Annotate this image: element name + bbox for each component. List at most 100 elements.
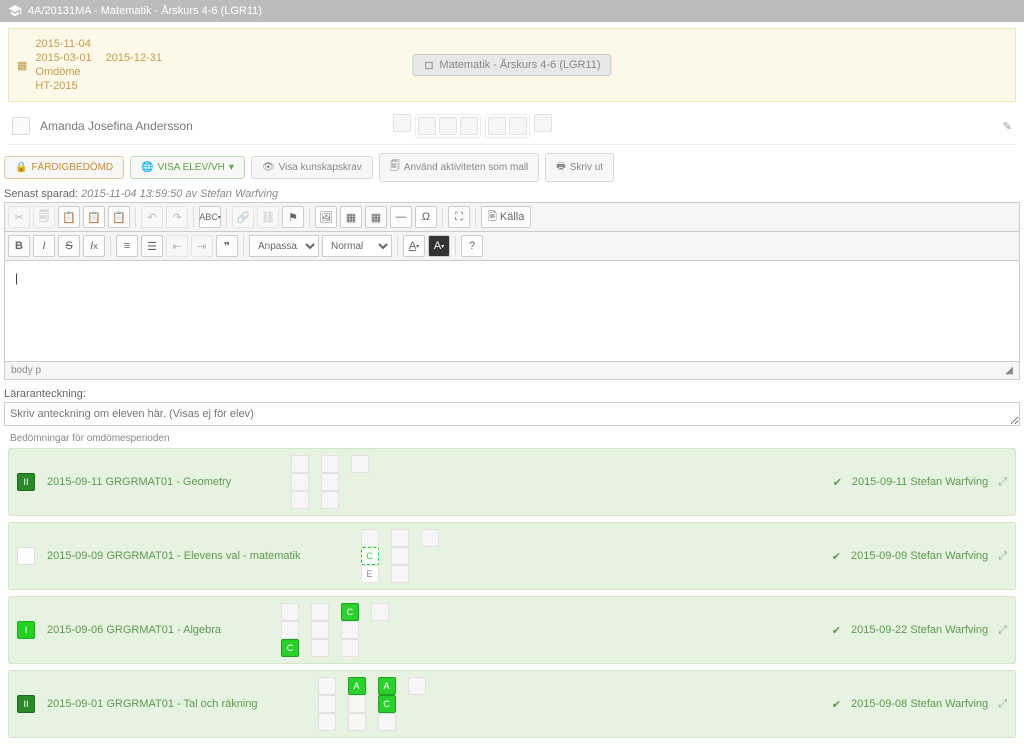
assessment-item[interactable]: I2015-09-06 GRGRMAT01 - AlgebraCC✔2015-0… — [8, 596, 1016, 664]
grade-box[interactable] — [348, 713, 366, 731]
grade-box[interactable] — [534, 114, 552, 132]
bold-icon[interactable]: B — [8, 235, 30, 257]
expand-icon[interactable]: ⤢ — [998, 624, 1007, 637]
anchor-icon[interactable]: ⚑ — [282, 206, 304, 228]
grade-box[interactable] — [291, 491, 309, 509]
grade-box[interactable] — [291, 455, 309, 473]
grade-box[interactable] — [318, 677, 336, 695]
grade-box[interactable]: A — [378, 677, 396, 695]
grade-box[interactable] — [509, 117, 527, 135]
help-icon[interactable]: ? — [461, 235, 483, 257]
unlink-icon[interactable]: ⛓ — [257, 206, 279, 228]
grade-box[interactable] — [361, 529, 379, 547]
grade-box[interactable] — [318, 713, 336, 731]
grade-box[interactable] — [439, 117, 457, 135]
done-button[interactable]: 🔒 FÄRDIGBEDÖMD — [4, 156, 124, 179]
grade-box[interactable] — [351, 455, 369, 473]
paste-text-icon[interactable]: 📋 — [83, 206, 105, 228]
grade-box[interactable] — [321, 455, 339, 473]
undo-icon[interactable]: ↶ — [141, 206, 163, 228]
blockquote-icon[interactable]: ❞ — [216, 235, 238, 257]
styles-select[interactable]: Anpassa... — [249, 235, 319, 257]
student-checkbox[interactable] — [12, 117, 30, 135]
ol-icon[interactable]: ≡ — [116, 235, 138, 257]
expand-icon[interactable]: ⤢ — [998, 476, 1007, 489]
grade-box[interactable] — [391, 547, 409, 565]
grade-box[interactable] — [408, 677, 426, 695]
text-color-icon[interactable]: A▾ — [403, 235, 425, 257]
special-char-icon[interactable]: Ω — [415, 206, 437, 228]
cut-icon[interactable]: ✂ — [8, 206, 30, 228]
assessment-grades — [291, 455, 369, 509]
use-as-template-button[interactable]: 🗐 Använd aktiviteten som mall — [379, 153, 540, 182]
strike-icon[interactable]: S — [58, 235, 80, 257]
grade-box[interactable] — [488, 117, 506, 135]
check-icon: ✔ — [833, 476, 842, 489]
grade-box[interactable] — [341, 639, 359, 657]
italic-icon[interactable]: I — [33, 235, 55, 257]
grade-box[interactable] — [348, 695, 366, 713]
ul-icon[interactable]: ☰ — [141, 235, 163, 257]
copy-icon[interactable]: 🗐 — [33, 206, 55, 228]
expand-icon[interactable]: ⤢ — [998, 698, 1007, 711]
grade-box[interactable]: A — [348, 677, 366, 695]
book-icon — [423, 60, 434, 71]
grade-box[interactable]: C — [378, 695, 396, 713]
grade-box[interactable]: C — [341, 603, 359, 621]
paste-word-icon[interactable]: 📋 — [108, 206, 130, 228]
assessments-title: Bedömningar för omdömesperioden — [10, 433, 1016, 444]
maximize-icon[interactable]: ⛶ — [448, 206, 470, 228]
grade-box[interactable]: C — [281, 639, 299, 657]
source-button[interactable]: 🖹Källa — [481, 206, 531, 228]
grade-box[interactable] — [311, 639, 329, 657]
assessment-title: 2015-09-01 GRGRMAT01 - Tal och räkning — [47, 698, 258, 710]
grade-box[interactable] — [281, 603, 299, 621]
format-select[interactable]: Normal — [322, 235, 392, 257]
indent-icon[interactable]: ⇥ — [191, 235, 213, 257]
link-icon[interactable]: 🔗 — [232, 206, 254, 228]
bg-color-icon[interactable]: A▾ — [428, 235, 450, 257]
grade-box[interactable] — [311, 603, 329, 621]
grade-box[interactable]: C — [361, 547, 379, 565]
grade-box[interactable] — [311, 621, 329, 639]
table-icon[interactable]: ▦ — [365, 206, 387, 228]
grade-box[interactable] — [418, 117, 436, 135]
resize-handle[interactable]: ◢ — [1005, 365, 1013, 376]
grade-box[interactable] — [341, 621, 359, 639]
editor-toolbar-row2: B I S Ix ≡ ☰ ⇤ ⇥ ❞ Anpassa... Normal A▾ … — [5, 232, 1019, 261]
grade-box[interactable] — [391, 565, 409, 583]
teacher-note-input[interactable] — [4, 402, 1020, 426]
grade-box[interactable] — [318, 695, 336, 713]
grade-box[interactable] — [291, 473, 309, 491]
expand-icon[interactable]: ⤢ — [998, 550, 1007, 563]
flash-icon[interactable]: ▦ — [340, 206, 362, 228]
edit-icon[interactable]: ✎ — [1003, 120, 1012, 133]
show-student-button[interactable]: 🌐 VISA ELEV/VH ▾ — [130, 156, 245, 179]
grade-box[interactable] — [393, 114, 411, 132]
redo-icon[interactable]: ↷ — [166, 206, 188, 228]
grade-box[interactable] — [378, 713, 396, 731]
outdent-icon[interactable]: ⇤ — [166, 235, 188, 257]
grade-box[interactable] — [460, 117, 478, 135]
assessment-item[interactable]: II2015-09-11 GRGRMAT01 - Geometry✔2015-0… — [8, 448, 1016, 516]
assessment-item[interactable]: II2015-09-01 GRGRMAT01 - Tal och räkning… — [8, 670, 1016, 738]
assessment-meta: ✔2015-09-09 Stefan Warfving⤢ — [832, 550, 1007, 563]
grade-box[interactable] — [371, 603, 389, 621]
grade-box[interactable] — [321, 473, 339, 491]
copy-icon: 🗐 — [390, 159, 400, 176]
hr-icon[interactable]: — — [390, 206, 412, 228]
grade-box[interactable] — [321, 491, 339, 509]
show-requirements-button[interactable]: 👁 Visa kunskapskrav — [251, 156, 373, 179]
grade-box[interactable]: E — [361, 565, 379, 583]
assessments-section: Bedömningar för omdömesperioden II2015-0… — [8, 433, 1016, 738]
remove-format-icon[interactable]: Ix — [83, 235, 105, 257]
grade-box[interactable] — [421, 529, 439, 547]
print-button[interactable]: 🖶 Skriv ut — [545, 153, 614, 182]
editor-content[interactable]: | — [5, 261, 1019, 361]
grade-box[interactable] — [391, 529, 409, 547]
spellcheck-icon[interactable]: ABC▾ — [199, 206, 221, 228]
assessment-item[interactable]: 2015-09-09 GRGRMAT01 - Elevens val - mat… — [8, 522, 1016, 590]
image-icon[interactable]: 🖼 — [315, 206, 337, 228]
grade-box[interactable] — [281, 621, 299, 639]
paste-icon[interactable]: 📋 — [58, 206, 80, 228]
